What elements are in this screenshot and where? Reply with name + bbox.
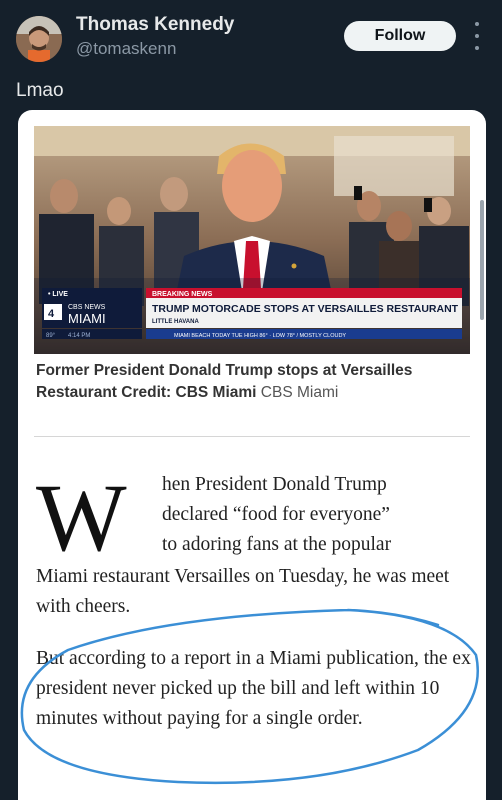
attached-image[interactable]: • LIVE 4 CBS NEWS MIAMI BREAKING NEWS TR… <box>18 110 486 800</box>
location-label: LITTLE HAVANA <box>152 319 199 325</box>
author-name[interactable]: Thomas Kennedy <box>76 14 234 36</box>
paragraph-1-line: hen President Donald Trump <box>162 474 387 495</box>
city-label: MIAMI <box>68 311 106 326</box>
live-label: • LIVE <box>48 291 68 298</box>
avatar[interactable] <box>16 16 62 62</box>
more-options-icon[interactable] <box>470 22 484 50</box>
news-screenshot: • LIVE 4 CBS NEWS MIAMI BREAKING NEWS TR… <box>34 126 470 354</box>
paragraph-1-rest: Miami restaurant Versailles on Tuesday, … <box>36 566 450 617</box>
ticker-text: MIAMI BEACH TODAY TUE HIGH 86° · LOW 78°… <box>174 333 346 339</box>
paragraph-1-line: declared “food for everyone” <box>162 504 390 525</box>
cbs-news-label: CBS NEWS <box>68 304 106 311</box>
caption-credit: CBS Miami <box>260 384 339 401</box>
news-headline: TRUMP MOTORCADE STOPS AT VERSAILLES REST… <box>152 303 459 315</box>
tweet-text: Lmao <box>16 80 64 101</box>
time-label: 4:14 PM <box>68 333 90 339</box>
tweet-header: Thomas Kennedy @tomaskenn Follow <box>0 0 502 70</box>
scrollbar[interactable] <box>480 200 484 320</box>
channel-number: 4 <box>48 308 55 320</box>
drop-cap: W <box>36 464 127 571</box>
paragraph-1-line: to adoring fans at the popular <box>162 534 392 555</box>
breaking-label: BREAKING NEWS <box>152 291 213 298</box>
follow-button[interactable]: Follow <box>344 21 456 51</box>
paragraph-1-lead: hen President Donald Trump declared “foo… <box>162 470 472 560</box>
caption-bold: Former President Donald Trump stops at V… <box>36 362 413 401</box>
divider <box>34 436 470 437</box>
temp-label: 89° <box>46 333 56 339</box>
image-caption: Former President Donald Trump stops at V… <box>36 360 466 404</box>
author-handle[interactable]: @tomaskenn <box>76 39 176 59</box>
paragraph-2: But according to a report in a Miami pub… <box>36 648 471 729</box>
